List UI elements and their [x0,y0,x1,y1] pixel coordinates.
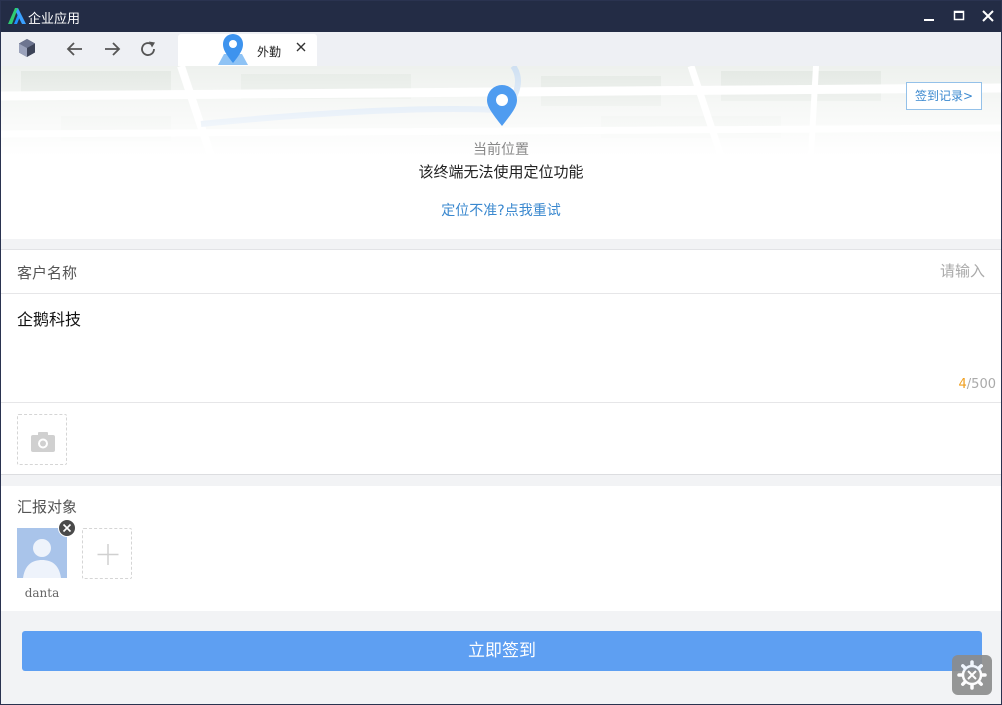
back-arrow-icon[interactable] [65,39,85,59]
title-bar: 企业应用 [1,1,1001,32]
customer-label: 客户名称 [17,264,78,282]
floating-settings-button[interactable] [952,655,992,695]
window-title: 企业应用 [28,12,81,27]
character-count-current: 4 [958,377,967,392]
retry-location-link: 定位不准?点我重试 [1,200,1001,220]
maximize-button[interactable] [949,6,969,26]
gear-icon [957,660,987,690]
close-button[interactable] [978,6,998,26]
tab-label: 外勤 [257,45,282,59]
close-icon [62,523,72,533]
character-counter: 4/500 [959,377,996,392]
refresh-icon[interactable] [138,39,158,59]
note-text: 企鹅科技 [17,310,82,329]
minimize-button[interactable] [919,6,939,26]
forward-arrow-icon[interactable] [102,39,122,59]
checkin-form: 客户名称 企鹅科技 4/500 [1,249,1001,475]
current-location-label: 当前位置 [473,142,529,158]
location-panel: 签到记录> 当前位置 该终端无法使用定位功能 定位不准?点我重试 [1,66,1001,239]
signin-record-button[interactable]: 签到记录> [906,82,982,110]
camera-icon [31,432,55,452]
member-name: danta [24,586,60,600]
app-logo-icon [8,8,26,24]
add-member-button[interactable] [82,528,132,579]
tab-bar: 外勤 [1,32,1001,66]
close-icon [982,10,994,22]
location-status: 该终端无法使用定位功能 [418,163,584,181]
tab-close-button[interactable] [295,41,307,57]
app-window: 企业应用 外勤 签到记录> 当前位置 该终端无法使用定位功能 定位不准?点我重试… [0,0,1002,705]
tab-waiqin[interactable]: 外勤 [178,34,317,66]
remove-member-button[interactable] [58,519,76,537]
add-photo-button[interactable] [17,414,67,465]
character-count-max: /500 [966,377,996,392]
app-cube-icon[interactable] [17,38,37,58]
minimize-icon [924,19,934,21]
location-marker-icon [487,85,517,126]
customer-row: 客户名称 [1,250,1001,294]
retry-location-text[interactable]: 定位不准?点我重试 [441,203,560,219]
plus-icon [97,544,119,565]
close-icon [296,42,306,52]
maximize-icon [953,10,965,21]
report-to-section: 汇报对象 danta [1,486,1001,611]
note-textarea[interactable]: 企鹅科技 4/500 [1,294,1001,403]
photo-row [1,403,1001,475]
checkin-submit-button[interactable]: 立即签到 [22,631,982,671]
customer-input[interactable] [785,262,985,280]
location-pin-icon [218,34,248,65]
report-to-title: 汇报对象 [17,498,78,516]
